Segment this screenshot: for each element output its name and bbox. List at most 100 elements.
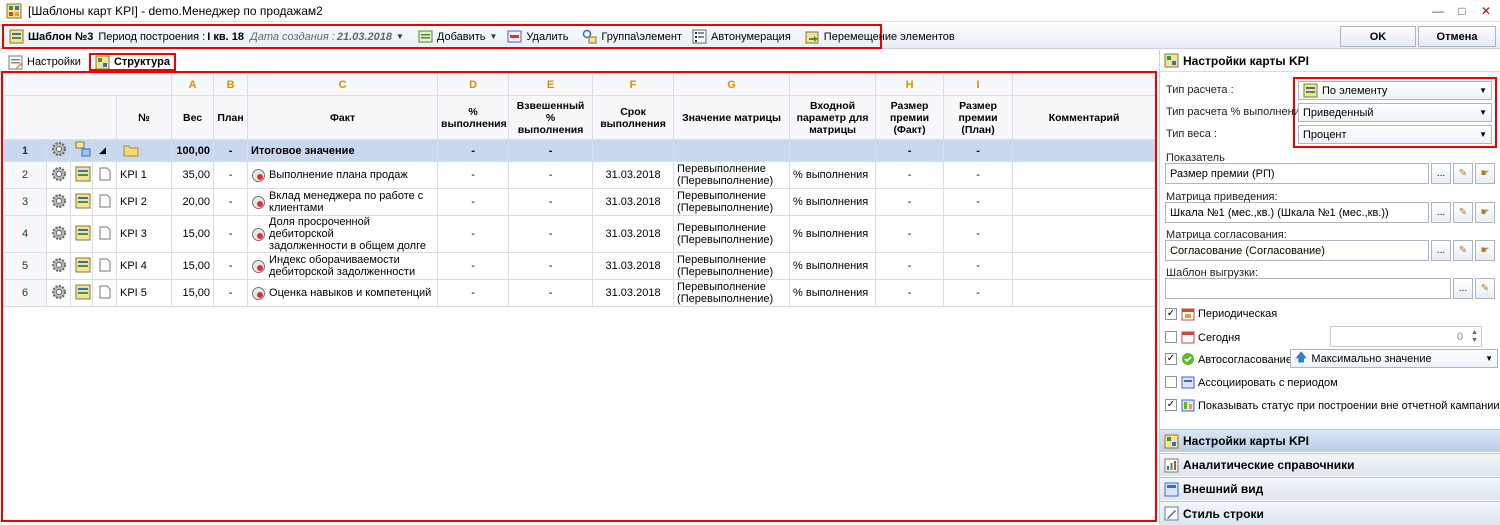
matrix-value-cell[interactable]: Перевыполнение (Перевыполнение) [673, 252, 791, 280]
bonus-plan-cell[interactable]: - [943, 279, 1014, 307]
bonus-plan-cell[interactable]: - [943, 252, 1014, 280]
section-appearance[interactable]: Внешний вид [1160, 477, 1500, 500]
input-param-cell[interactable]: % выполнения [789, 188, 877, 216]
table-row[interactable]: 5 KPI 4 15,00 - Индекс оборачиваемости де… [3, 252, 1155, 280]
pct-cell[interactable]: - [437, 161, 510, 189]
weighted-pct-cell[interactable]: - [508, 252, 594, 280]
bonus-fact-cell[interactable]: - [875, 279, 945, 307]
periodic-checkbox[interactable]: ✓ [1165, 308, 1177, 320]
header-fact[interactable]: Факт [247, 95, 439, 140]
table-row[interactable]: 4 KPI 3 15,00 - Доля просроченной дебито… [3, 215, 1155, 253]
reduction-field[interactable]: Шкала №1 (мес.,кв.) (Шкала №1 (мес.,кв.)… [1165, 202, 1429, 223]
row-type-cell[interactable] [70, 279, 93, 307]
gear-icon[interactable] [50, 192, 68, 210]
approval-browse-button[interactable]: ... [1431, 240, 1451, 261]
indicator-open-button[interactable]: ☛ [1475, 163, 1495, 184]
auto-approval-checkbox[interactable]: ✓ [1165, 353, 1177, 365]
header-bonus-plan[interactable]: Размер премии (План) [943, 95, 1014, 140]
fact-cell[interactable]: Доля просроченной дебиторской задолженнос… [247, 215, 439, 253]
matrix-value-cell[interactable]: Перевыполнение (Перевыполнение) [673, 161, 791, 189]
header-pct[interactable]: % выполнения [437, 95, 510, 140]
num-cell[interactable]: KPI 5 [115, 279, 173, 307]
pct-cell[interactable]: - [437, 139, 510, 162]
bonus-plan-cell[interactable]: - [943, 139, 1014, 162]
matrix-value-cell[interactable]: Перевыполнение (Перевыполнение) [673, 215, 791, 253]
due-cell[interactable] [592, 139, 675, 162]
calc-type-select[interactable]: По элементу ▼ [1298, 81, 1492, 100]
row-settings-cell[interactable] [46, 279, 71, 307]
pct-cell[interactable]: - [437, 252, 510, 280]
today-checkbox[interactable] [1165, 331, 1177, 343]
row-type-cell[interactable] [70, 252, 93, 280]
export-template-clear-button[interactable]: ✎ [1475, 278, 1495, 299]
weighted-pct-cell[interactable]: - [508, 215, 594, 253]
approval-clear-button[interactable]: ✎ [1453, 240, 1473, 261]
reduction-open-button[interactable]: ☛ [1475, 202, 1495, 223]
fact-cell[interactable]: Итоговое значение [247, 139, 439, 162]
approval-field[interactable]: Согласование (Согласование) [1165, 240, 1429, 261]
matrix-value-cell[interactable]: Перевыполнение (Перевыполнение) [673, 188, 791, 216]
bonus-plan-cell[interactable]: - [943, 188, 1014, 216]
comment-cell[interactable] [1012, 215, 1155, 253]
section-analytics[interactable]: Аналитические справочники [1160, 453, 1500, 476]
cancel-button[interactable]: Отмена [1418, 26, 1496, 47]
weighted-pct-cell[interactable]: - [508, 139, 594, 162]
input-param-cell[interactable]: % выполнения [789, 161, 877, 189]
weighted-pct-cell[interactable]: - [508, 279, 594, 307]
total-row[interactable]: 1 ◢ 100,00 - Итоговое значение - - - - [3, 139, 1155, 162]
close-icon[interactable]: ✕ [1476, 2, 1496, 20]
gear-icon[interactable] [50, 283, 68, 301]
num-cell[interactable]: KPI 2 [115, 188, 173, 216]
bonus-fact-cell[interactable]: - [875, 139, 945, 162]
bonus-plan-cell[interactable]: - [943, 161, 1014, 189]
bonus-fact-cell[interactable]: - [875, 188, 945, 216]
row-settings-cell[interactable] [46, 188, 71, 216]
input-param-cell[interactable]: % выполнения [789, 215, 877, 253]
row-settings-cell[interactable] [46, 252, 71, 280]
maximize-icon[interactable]: □ [1452, 2, 1472, 20]
gear-icon[interactable] [50, 256, 68, 274]
comment-cell[interactable] [1012, 279, 1155, 307]
section-kpi-settings[interactable]: Настройки карты KPI [1160, 429, 1500, 452]
due-cell[interactable]: 31.03.2018 [592, 252, 675, 280]
input-param-cell[interactable] [789, 139, 877, 162]
indicator-field[interactable]: Размер премии (РП) [1165, 163, 1429, 184]
pct-cell[interactable]: - [437, 279, 510, 307]
auto-approval-select[interactable]: 🡅 Максимально значение ▼ [1290, 349, 1498, 368]
export-template-field[interactable] [1165, 278, 1451, 299]
minimize-icon[interactable]: — [1428, 2, 1448, 20]
indicator-clear-button[interactable]: ✎ [1453, 163, 1473, 184]
weight-cell[interactable]: 20,00 [171, 188, 215, 216]
comment-cell[interactable] [1012, 139, 1155, 162]
row-type-cell[interactable] [70, 161, 93, 189]
bonus-fact-cell[interactable]: - [875, 161, 945, 189]
weight-cell[interactable]: 100,00 [171, 139, 215, 162]
template-selector[interactable]: Шаблон №3 Период построения : I кв. 18 Д… [4, 26, 409, 47]
header-matrix-value[interactable]: Значение матрицы [673, 95, 791, 140]
header-num[interactable]: № [115, 95, 173, 140]
bonus-fact-cell[interactable]: - [875, 252, 945, 280]
plan-cell[interactable]: - [213, 161, 249, 189]
reduction-clear-button[interactable]: ✎ [1453, 202, 1473, 223]
row-type-cell[interactable] [70, 188, 93, 216]
weight-cell[interactable]: 35,00 [171, 161, 215, 189]
weight-cell[interactable]: 15,00 [171, 215, 215, 253]
table-row[interactable]: 6 KPI 5 15,00 - Оценка навыков и компете… [3, 279, 1155, 307]
weight-cell[interactable]: 15,00 [171, 252, 215, 280]
table-row[interactable]: 3 KPI 2 20,00 - Вклад менеджера по работ… [3, 188, 1155, 216]
move-elements-button[interactable]: Перемещение элементов [800, 26, 960, 47]
approval-open-button[interactable]: ☛ [1475, 240, 1495, 261]
gear-icon[interactable] [50, 224, 68, 242]
due-cell[interactable]: 31.03.2018 [592, 279, 675, 307]
due-cell[interactable]: 31.03.2018 [592, 215, 675, 253]
fact-cell[interactable]: Вклад менеджера по работе с клиентами [247, 188, 439, 216]
export-template-browse-button[interactable]: ... [1453, 278, 1473, 299]
gear-icon[interactable] [50, 140, 68, 158]
due-cell[interactable]: 31.03.2018 [592, 188, 675, 216]
weighted-pct-cell[interactable]: - [508, 188, 594, 216]
plan-cell[interactable]: - [213, 139, 249, 162]
gear-icon[interactable] [50, 165, 68, 183]
ok-button[interactable]: OK [1340, 26, 1416, 47]
spin-arrows-icon[interactable]: ▲ ▼ [1471, 329, 1478, 345]
today-offset-input[interactable]: 0 ▲ ▼ [1330, 326, 1482, 347]
